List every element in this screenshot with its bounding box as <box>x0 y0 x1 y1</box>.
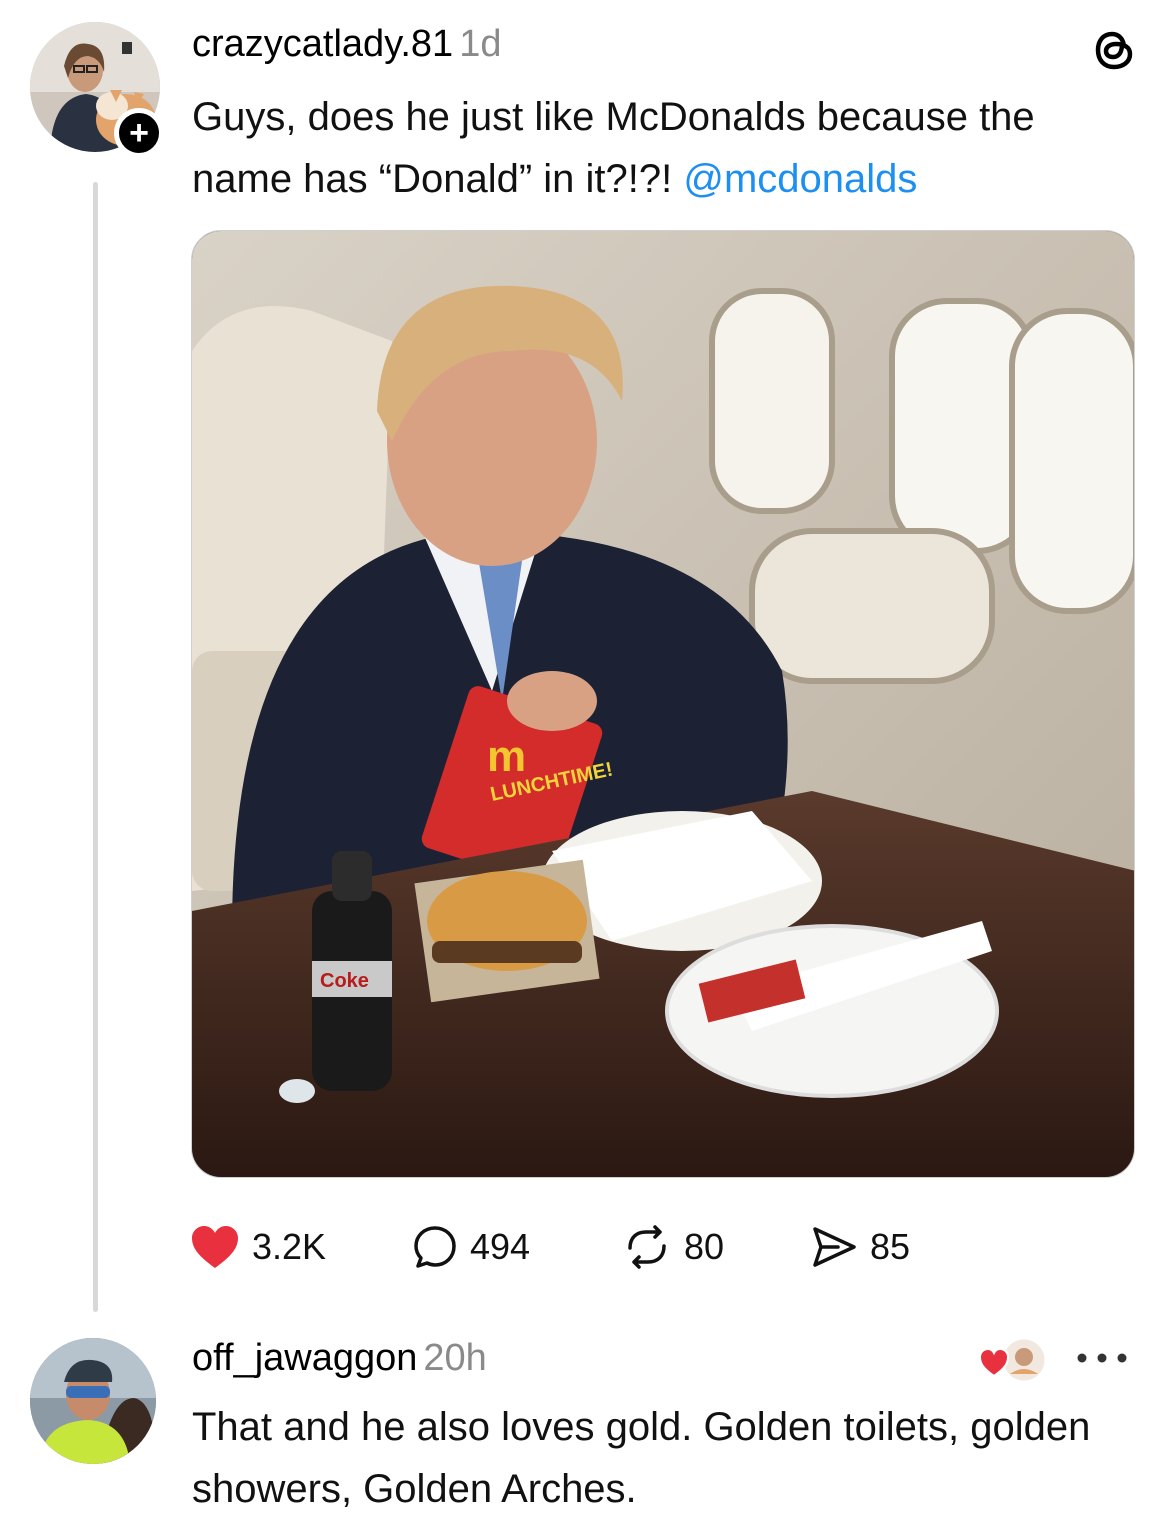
reply-button[interactable]: 494 <box>412 1222 530 1272</box>
threads-logo-icon <box>1095 31 1133 70</box>
send-icon <box>813 1227 856 1267</box>
bottle-label: Coke <box>320 970 369 992</box>
reply-count: 494 <box>470 1226 531 1267</box>
repost-icon <box>628 1225 666 1269</box>
comment-bubble-icon <box>414 1226 456 1268</box>
reply-header: off_jawaggon 20h <box>192 1336 487 1380</box>
more-options-icon[interactable] <box>1074 1348 1130 1368</box>
share-button[interactable]: 85 <box>810 1222 910 1272</box>
thread-post: + crazycatlady.81 1d Guys, does he just l… <box>0 0 1170 1320</box>
repost-button[interactable]: 80 <box>622 1222 724 1272</box>
follow-plus-icon[interactable]: + <box>114 108 164 158</box>
post-time: 1d <box>459 23 502 65</box>
mention-link[interactable]: @mcdonalds <box>683 157 917 201</box>
reply-username[interactable]: off_jawaggon <box>192 1337 417 1379</box>
like-button[interactable]: 3.2K <box>190 1222 326 1272</box>
reply-author-avatar[interactable] <box>30 1338 156 1464</box>
heart-filled-icon <box>192 1226 238 1268</box>
svg-text:m: m <box>487 732 526 781</box>
author-username[interactable]: crazycatlady.81 <box>192 23 453 65</box>
post-header: crazycatlady.81 1d <box>192 22 501 66</box>
liked-by-author-icon <box>978 1336 1048 1384</box>
reply-post: off_jawaggon 20h That and he also loves g… <box>0 1320 1170 1537</box>
photo-scene: LUNCHTIME! m Coke <box>192 231 1134 1177</box>
reply-text: That and he also loves gold. Golden toil… <box>192 1405 1091 1511</box>
thread-line <box>93 182 98 1312</box>
post-photo[interactable]: LUNCHTIME! m Coke <box>191 230 1135 1178</box>
share-count: 85 <box>870 1226 911 1267</box>
repost-count: 80 <box>684 1226 725 1267</box>
post-text: Guys, does he just like McDonalds becaus… <box>192 86 1132 210</box>
reply-time: 20h <box>423 1337 487 1379</box>
like-count: 3.2K <box>252 1226 327 1267</box>
